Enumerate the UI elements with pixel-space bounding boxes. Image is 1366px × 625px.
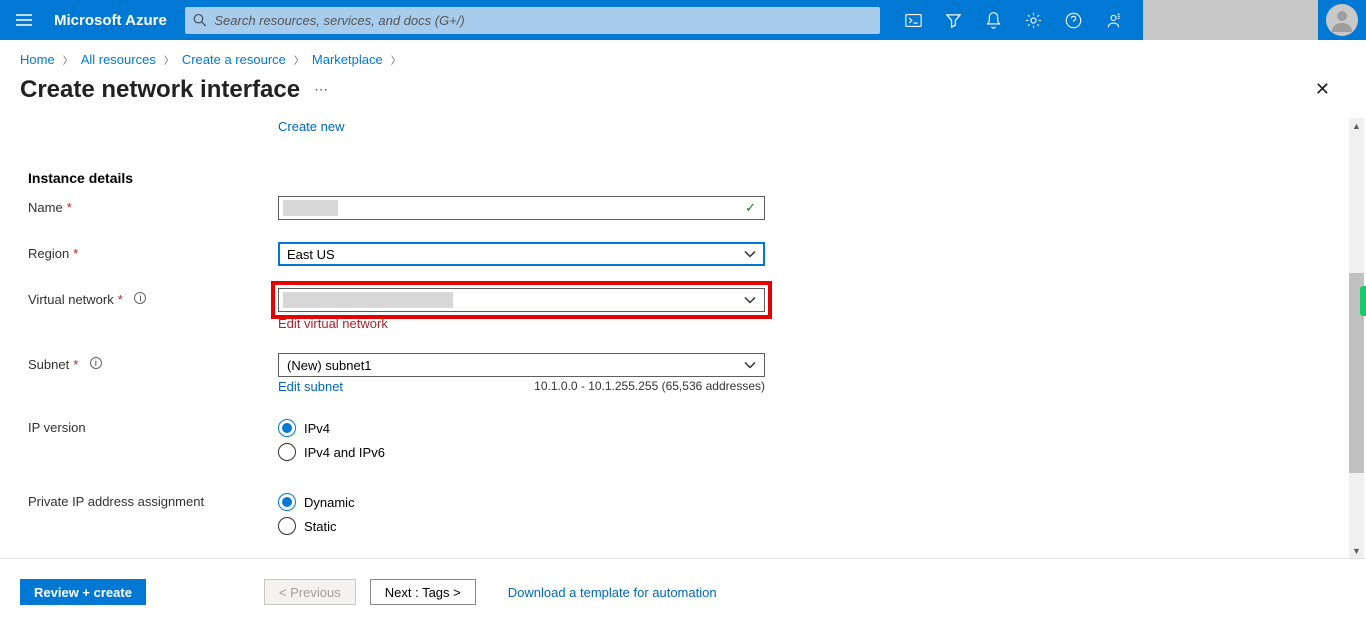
review-create-button[interactable]: Review + create — [20, 579, 146, 605]
create-new-link[interactable]: Create new — [278, 119, 344, 134]
subnet-label: Subnet* i — [28, 353, 278, 394]
radio-icon — [278, 419, 296, 437]
radio-icon — [278, 493, 296, 511]
radio-icon — [278, 517, 296, 535]
scroll-up-icon[interactable]: ▲ — [1349, 118, 1364, 133]
breadcrumb-marketplace[interactable]: Marketplace — [312, 52, 383, 67]
chevron-right-icon: 〉 — [391, 52, 401, 67]
hamburger-menu[interactable] — [0, 0, 48, 40]
ip-version-ipv4[interactable]: IPv4 — [278, 416, 765, 440]
region-label: Region* — [28, 242, 278, 270]
account-placeholder[interactable] — [1143, 0, 1318, 40]
breadcrumb-create-resource[interactable]: Create a resource — [182, 52, 286, 67]
settings-icon[interactable] — [1014, 0, 1054, 40]
notifications-icon[interactable] — [974, 0, 1014, 40]
edit-virtual-network-link[interactable]: Edit virtual network — [278, 316, 388, 331]
breadcrumb-all-resources[interactable]: All resources — [81, 52, 156, 67]
radio-icon — [278, 443, 296, 461]
brand-label[interactable]: Microsoft Azure — [48, 12, 185, 29]
title-bar: Create network interface ⋯ ✕ — [0, 71, 1366, 112]
check-ok-icon: ✓ — [745, 200, 756, 216]
region-value: East US — [287, 247, 335, 262]
info-icon[interactable]: i — [134, 292, 146, 304]
private-ip-assignment-label: Private IP address assignment — [28, 490, 278, 538]
ip-version-ipv4-ipv6[interactable]: IPv4 and IPv6 — [278, 440, 765, 464]
virtual-network-label: Virtual network* i — [28, 288, 278, 333]
masked-value — [283, 200, 338, 216]
right-edge-handle[interactable] — [1360, 286, 1366, 316]
header-icons — [894, 0, 1134, 40]
name-label: Name* — [28, 196, 278, 224]
masked-value — [283, 292, 453, 308]
breadcrumb: Home〉 All resources〉 Create a resource〉 … — [0, 40, 1366, 71]
name-input[interactable]: ✓ — [278, 196, 765, 220]
cloud-shell-icon[interactable] — [894, 0, 934, 40]
chevron-down-icon — [744, 247, 756, 262]
form-content: Create new Instance details Name* ✓ Regi… — [0, 118, 1366, 558]
chevron-right-icon: 〉 — [294, 52, 304, 67]
footer-bar: Review + create < Previous Next : Tags >… — [0, 558, 1366, 625]
download-template-link[interactable]: Download a template for automation — [508, 585, 717, 600]
global-search-input[interactable] — [214, 13, 871, 28]
subnet-value: (New) subnet1 — [287, 358, 372, 373]
top-header: Microsoft Azure — [0, 0, 1366, 40]
info-icon[interactable]: i — [90, 357, 102, 369]
edit-subnet-link[interactable]: Edit subnet — [278, 379, 343, 394]
virtual-network-dropdown[interactable] — [278, 288, 765, 312]
subnet-range: 10.1.0.0 - 10.1.255.255 (65,536 addresse… — [534, 379, 765, 394]
close-blade-icon[interactable]: ✕ — [1299, 75, 1346, 104]
chevron-down-icon — [744, 358, 756, 373]
user-avatar[interactable] — [1326, 4, 1358, 36]
private-ip-dynamic[interactable]: Dynamic — [278, 490, 765, 514]
chevron-right-icon: 〉 — [63, 52, 73, 67]
directory-filter-icon[interactable] — [934, 0, 974, 40]
chevron-right-icon: 〉 — [164, 52, 174, 67]
region-dropdown[interactable]: East US — [278, 242, 765, 266]
highlight-box — [271, 281, 772, 319]
section-instance-details: Instance details — [28, 170, 1338, 186]
search-icon — [193, 13, 207, 27]
feedback-icon[interactable] — [1094, 0, 1134, 40]
next-tags-button[interactable]: Next : Tags > — [370, 579, 476, 605]
more-actions-icon[interactable]: ⋯ — [314, 81, 328, 98]
ip-version-label: IP version — [28, 416, 278, 464]
scroll-down-icon[interactable]: ▼ — [1349, 543, 1364, 558]
previous-button: < Previous — [264, 579, 356, 605]
private-ip-static[interactable]: Static — [278, 514, 765, 538]
subnet-dropdown[interactable]: (New) subnet1 — [278, 353, 765, 377]
page-title: Create network interface — [20, 76, 300, 104]
global-search[interactable] — [185, 7, 880, 34]
chevron-down-icon — [744, 293, 756, 308]
breadcrumb-home[interactable]: Home — [20, 52, 55, 67]
help-icon[interactable] — [1054, 0, 1094, 40]
